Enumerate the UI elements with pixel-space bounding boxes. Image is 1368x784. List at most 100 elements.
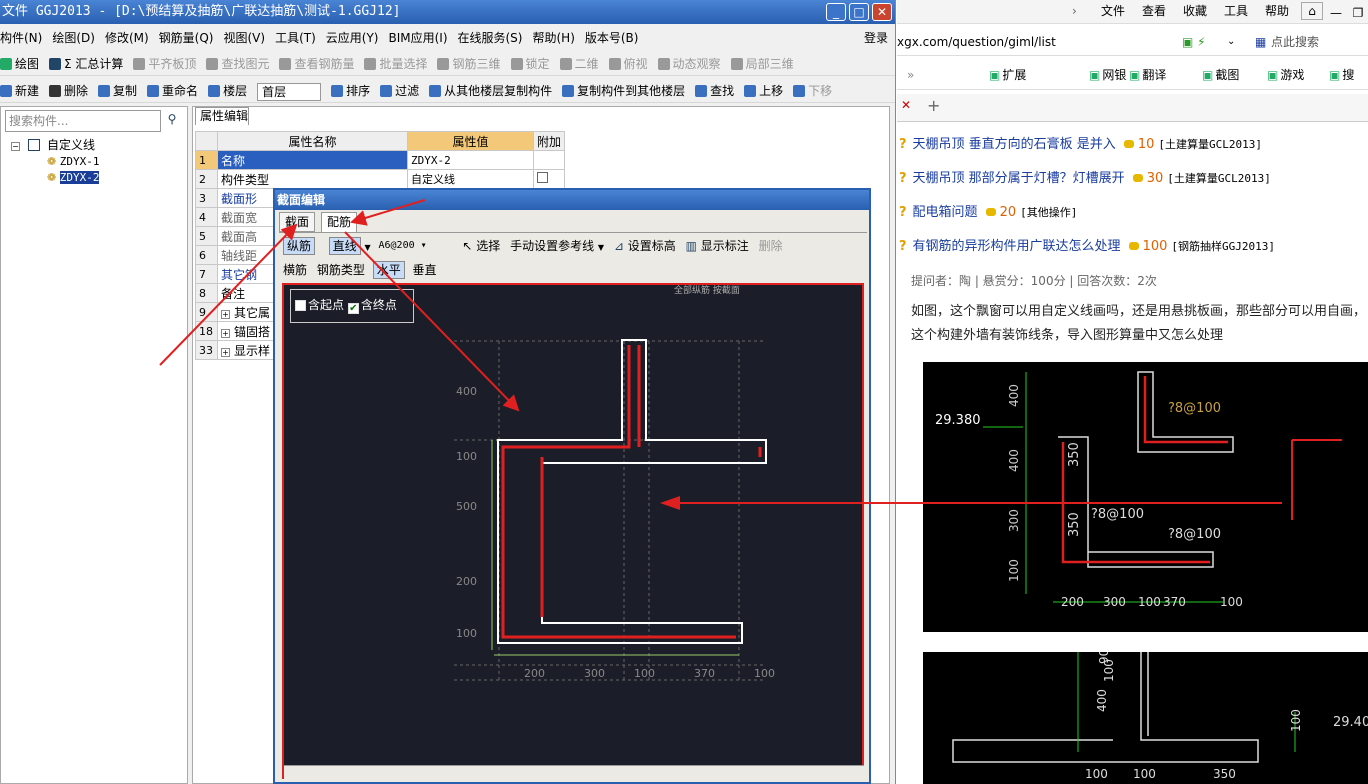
component-toolbar-button-7[interactable]: 过滤 [380,79,419,103]
property-value[interactable]: ZDYX-2 [407,150,534,170]
select-button[interactable]: 选择 [476,239,500,253]
maximize-button[interactable]: □ [849,3,869,21]
question-item[interactable]: ? 天棚吊顶 那部分属于灯槽？灯槽展开 30 [土建算量GCL2013] [899,166,1271,192]
question-item[interactable]: ? 有钢筋的异形构件用广联达怎么处理 100 [钢筋抽样GGJ2013] [899,234,1275,260]
question-title[interactable]: 天棚吊顶 那部分属于灯槽？灯槽展开 [913,171,1125,186]
browser-bar-item-2[interactable]: ▣ 翻译 [1129,60,1166,90]
toolbar-button-7[interactable]: 锁定 [510,52,550,76]
toolbar-button-3[interactable]: 查找图元 [206,52,269,76]
menu-item-2[interactable]: 修改(M) [105,26,149,50]
chevron-down-icon[interactable]: ▼ [598,243,604,252]
component-toolbar-button-8[interactable]: 从其他楼层复制构件 [429,79,552,103]
show-label-button[interactable]: 显示标注 [701,239,749,253]
menu-item-6[interactable]: 云应用(Y) [326,26,379,50]
floor-select[interactable]: 首层 [257,82,322,101]
chevron-down-icon[interactable]: ⌄ [1227,28,1235,56]
expand-icon[interactable]: + [221,347,230,357]
component-toolbar-button-6[interactable]: 排序 [331,79,370,103]
question-category[interactable]: [土建算量GCL2013] [1167,172,1271,185]
question-title[interactable]: 有钢筋的异形构件用广联达怎么处理 [913,239,1121,254]
tree-item-zdyx-1[interactable]: ❁ ZDYX-1 [47,154,99,170]
property-row[interactable]: 2 构件类型 自定义线 [195,169,566,189]
question-item[interactable]: ? 配电箱问题 20 [其他操作] [899,200,1077,226]
expand-icon[interactable]: + [221,328,230,338]
select-icon[interactable]: ↖ [462,239,472,253]
extra-checkbox[interactable] [537,172,548,183]
toolbar-button-10[interactable]: 动态观察 [657,52,721,76]
tree-item-zdyx-2[interactable]: ❁ ZDYX-2 [47,170,100,186]
tree-root[interactable]: − 自定义线 [11,137,95,153]
browser-menu-4[interactable]: 帮助 [1265,0,1289,22]
browser-bar-item-0[interactable]: ▣ 扩展 [989,60,1026,90]
tab-rebar[interactable]: 配筋 [321,212,358,232]
component-toolbar-button-9[interactable]: 复制构件到其他楼层 [562,79,685,103]
component-toolbar-button-4[interactable]: 楼层 [208,79,247,103]
home-icon[interactable]: ⌂ [1301,2,1323,20]
chevron-down-icon[interactable]: ▼ [365,243,371,252]
component-toolbar-button-11[interactable]: 上移 [744,79,783,103]
tab-close-icon[interactable]: ✕ [901,98,911,112]
rebar-type-button[interactable]: 钢筋类型 [317,263,365,277]
tab-section[interactable]: 截面 [279,212,316,232]
set-elevation-button[interactable]: 设置标高 [628,239,676,253]
menu-item-9[interactable]: 帮助(H) [532,26,574,50]
question-image-1[interactable]: 29.380 400 400 300 100 200 300 100 370 100 ?8@100?… [923,362,1368,632]
menu-item-10[interactable]: 版本号(B) [585,26,639,50]
menu-item-0[interactable]: 构件(N) [0,26,42,50]
reference-line-button[interactable]: 手动设置参考线 [510,239,594,253]
section-canvas[interactable]: 含起点 ✔ 含终点 全部纵筋 按截面 200 300 100 370 100 400 100 5… [282,283,864,779]
toolbar-button-2[interactable]: 平齐板顶 [133,52,196,76]
question-title[interactable]: 配电箱问题 [913,205,978,220]
vertical-button[interactable]: 垂直 [413,263,437,277]
browser-menu-0[interactable]: 文件 [1101,0,1125,22]
component-toolbar-button-0[interactable]: 新建 [0,79,39,103]
question-item[interactable]: ? 天棚吊顶 垂直方向的石膏板 是并入 10 [土建算量GCL2013] [899,132,1262,158]
rebar-spec-select[interactable]: A6@200 ▾ [375,238,453,256]
browser-search-input[interactable]: 点此搜索 [1271,28,1319,56]
toolbar-button-9[interactable]: 俯视 [608,52,648,76]
property-value[interactable]: 自定义线 [407,169,534,189]
toolbar-button-0[interactable]: 绘图 [0,52,39,76]
component-toolbar-button-1[interactable]: 删除 [49,79,88,103]
search-input[interactable]: 搜索构件... [5,110,161,132]
toolbar-button-4[interactable]: 查看钢筋量 [279,52,354,76]
question-category[interactable]: [土建算量GCL2013] [1158,138,1262,151]
property-row[interactable]: 1 名称 ZDYX-2 [195,150,566,170]
menu-item-1[interactable]: 绘图(D) [52,26,95,50]
chevron-right-icon[interactable]: › [1072,0,1077,22]
expand-icon[interactable]: + [221,309,230,319]
toolbar-button-8[interactable]: 二维 [559,52,599,76]
line-mode-button[interactable]: 直线 [328,237,361,255]
browser-menu-3[interactable]: 工具 [1224,0,1248,22]
component-toolbar-button-3[interactable]: 重命名 [147,79,198,103]
menu-item-7[interactable]: BIM应用(I) [388,26,447,50]
longitudinal-rebar-button[interactable]: 纵筋 [283,237,316,255]
browser-bar-item-5[interactable]: ▣ 搜 [1329,60,1354,90]
toolbar-button-11[interactable]: 局部三维 [730,52,794,76]
browser-bar-item-4[interactable]: ▣ 游戏 [1267,60,1304,90]
menu-item-4[interactable]: 视图(V) [223,26,265,50]
toolbar-button-5[interactable]: 批量选择 [364,52,427,76]
close-button[interactable]: ✕ [872,3,892,21]
question-title[interactable]: 天棚吊顶 垂直方向的石膏板 是并入 [913,137,1116,152]
browser-bar-item-1[interactable]: ▣ 网银 [1089,60,1126,90]
browser-menu-1[interactable]: 查看 [1142,0,1166,22]
browser-bar-item-3[interactable]: ▣ 截图 [1202,60,1239,90]
minimize-icon[interactable]: — [1327,2,1345,20]
more-icon[interactable]: » [907,60,914,90]
delete-button[interactable]: 删除 [759,239,783,253]
question-image-2[interactable]: 29.40 900 100 400 100 100 100 350 [923,652,1368,784]
minimize-button[interactable]: _ [826,3,846,21]
horizontal-button[interactable]: 水平 [372,261,405,279]
component-toolbar-button-2[interactable]: 复制 [98,79,137,103]
new-tab-icon[interactable]: + [927,96,940,115]
transverse-rebar-button[interactable]: 横筋 [283,263,307,277]
collapse-icon[interactable]: − [11,142,20,151]
question-category[interactable]: [其他操作] [1020,206,1077,219]
menu-item-8[interactable]: 在线服务(S) [458,26,523,50]
search-icon[interactable]: ⚲ [163,112,181,130]
toolbar-button-6[interactable]: 钢筋三维 [437,52,501,76]
menu-item-3[interactable]: 钢筋量(Q) [159,26,214,50]
component-toolbar-button-10[interactable]: 查找 [695,79,734,103]
restore-icon[interactable]: ❐ [1349,2,1367,20]
